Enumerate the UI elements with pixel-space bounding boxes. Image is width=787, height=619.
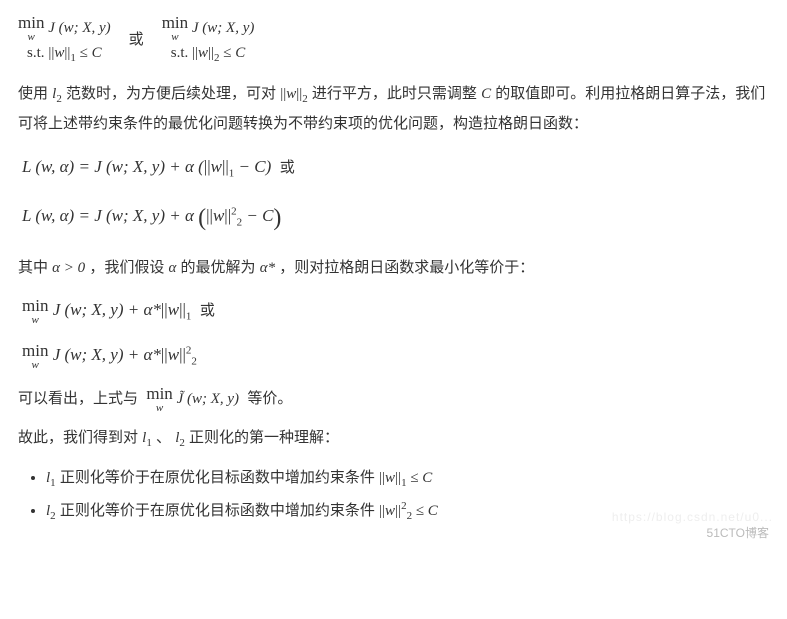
min-l1: minw J (w; X, y) + α*||w||1 或	[22, 294, 769, 327]
sub-w: w	[171, 32, 178, 43]
top-constraint-equations: minw J (w; X, y) s.t. ||w||1 ≤ C 或 minw …	[18, 14, 769, 66]
lagrangian-l2: L (w, α) = J (w; X, y) + α (||w||22 − C)	[22, 196, 769, 242]
lagrangian-l1: L (w, α) = J (w; X, y) + α (||w||1 − C) …	[22, 151, 769, 184]
min-l2: minw J (w; X, y) + α*||w||22	[22, 339, 769, 372]
sub-w: w	[28, 32, 35, 43]
right-opt-block: minw J (w; X, y) s.t. ||w||2 ≤ C	[162, 14, 255, 66]
or-separator: 或	[129, 26, 144, 55]
paragraph-4: 故此，我们得到对 l1 、 l2 正则化的第一种理解：	[18, 424, 769, 454]
paragraph-3: 可以看出，上式与 minw J̃ (w; X, y) 等价。	[18, 385, 769, 414]
watermark-text: 51CTO博客	[707, 522, 769, 545]
paragraph-1: 使用 l2 范数时，为方便后续处理，可对 ||w||2 进行平方，此时只需调整 …	[18, 80, 769, 138]
paragraph-2: 其中 α > 0 ，我们假设 α 的最优解为 α* ，则对拉格朗日函数求最小化等…	[18, 254, 769, 283]
left-opt-block: minw J (w; X, y) s.t. ||w||1 ≤ C	[18, 14, 111, 66]
list-item: l1 正则化等价于在原优化目标函数中增加约束条件 ||w||1 ≤ C	[46, 464, 769, 494]
